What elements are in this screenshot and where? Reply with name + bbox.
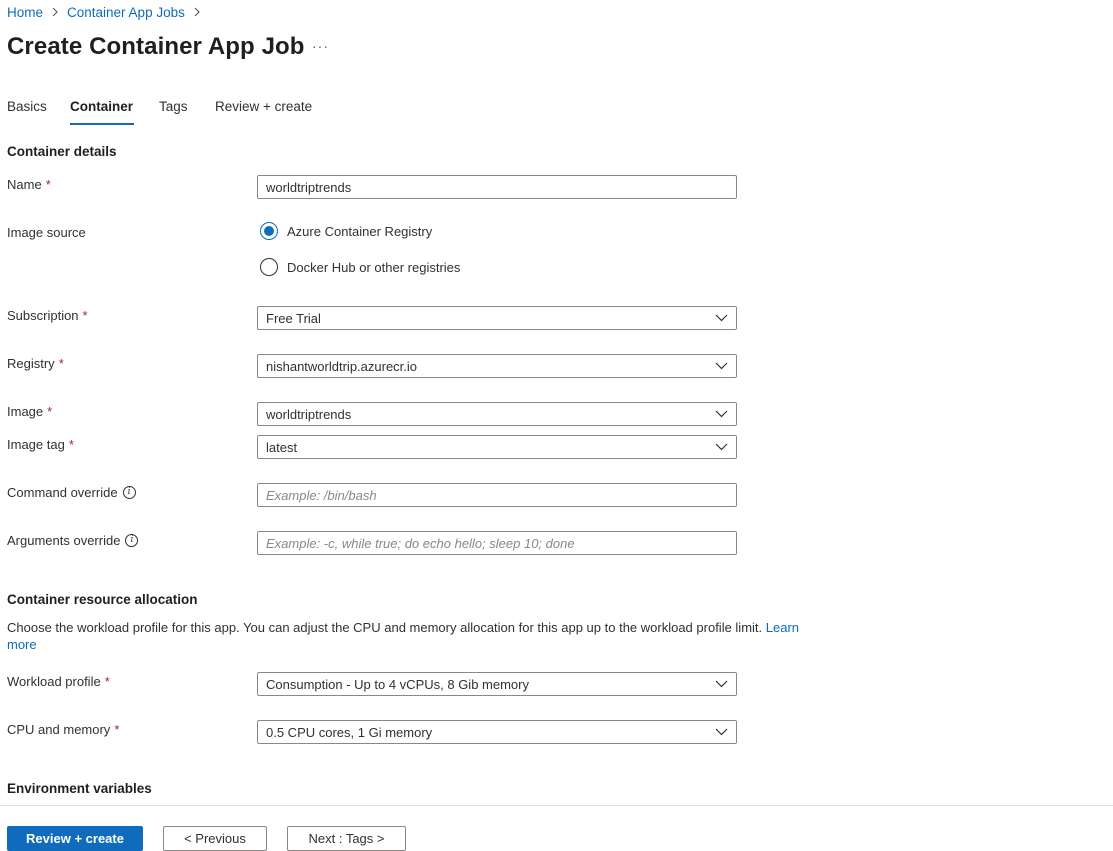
arguments-override-label-text: Arguments override [7, 533, 121, 548]
image-dropdown[interactable]: worldtriptrends [257, 402, 737, 426]
environment-variables-heading: Environment variables [7, 781, 152, 796]
required-marker: * [82, 308, 88, 323]
info-icon[interactable]: i [125, 534, 139, 547]
info-icon[interactable]: i [122, 486, 136, 499]
workload-profile-label: Workload profile * [7, 674, 110, 689]
radio-button-icon [260, 258, 278, 276]
chevron-right-icon [193, 5, 201, 20]
chevron-down-icon [714, 311, 728, 325]
next-tags-button[interactable]: Next : Tags > [287, 826, 406, 851]
radio-label: Azure Container Registry [287, 223, 433, 239]
subscription-label-text: Subscription [7, 308, 79, 323]
image-value: worldtriptrends [266, 406, 352, 422]
previous-button[interactable]: < Previous [163, 826, 267, 851]
image-label: Image * [7, 404, 52, 419]
image-label-text: Image [7, 404, 44, 419]
more-options-button[interactable]: ··· [312, 38, 329, 54]
radio-docker-hub[interactable]: Docker Hub or other registries [260, 258, 460, 276]
required-marker: * [68, 437, 74, 452]
radio-label: Docker Hub or other registries [287, 259, 461, 275]
registry-value: nishantworldtrip.azurecr.io [266, 358, 418, 374]
name-label-text: Name [7, 177, 42, 192]
breadcrumb: Home Container App Jobs [7, 5, 209, 20]
radio-azure-container-registry[interactable]: Azure Container Registry [260, 222, 432, 240]
chevron-down-icon [714, 440, 728, 454]
registry-label-text: Registry [7, 356, 55, 371]
breadcrumb-container-app-jobs[interactable]: Container App Jobs [67, 5, 185, 20]
registry-label: Registry * [7, 356, 64, 371]
active-tab-indicator [70, 123, 134, 125]
chevron-right-icon [51, 5, 59, 20]
command-override-input[interactable] [257, 483, 737, 507]
registry-dropdown[interactable]: nishantworldtrip.azurecr.io [257, 354, 737, 378]
workload-profile-dropdown[interactable]: Consumption - Up to 4 vCPUs, 8 Gib memor… [257, 672, 737, 696]
chevron-down-icon [714, 677, 728, 691]
cpu-memory-value: 0.5 CPU cores, 1 Gi memory [266, 724, 433, 740]
cpu-memory-label-text: CPU and memory [7, 722, 111, 737]
required-marker: * [47, 404, 53, 419]
cpu-memory-dropdown[interactable]: 0.5 CPU cores, 1 Gi memory [257, 720, 737, 744]
subscription-value: Free Trial [266, 310, 321, 326]
command-override-label-text: Command override [7, 485, 118, 500]
required-marker: * [58, 356, 64, 371]
name-label: Name * [7, 177, 51, 192]
arguments-override-label: Arguments override i [7, 533, 139, 548]
name-input[interactable] [257, 175, 737, 199]
footer-divider [0, 805, 1113, 806]
tab-tags[interactable]: Tags [159, 99, 188, 114]
image-tag-label-text: Image tag [7, 437, 65, 452]
required-marker: * [45, 177, 51, 192]
image-source-label: Image source [7, 225, 86, 240]
chevron-down-icon [714, 725, 728, 739]
subscription-label: Subscription * [7, 308, 88, 323]
workload-profile-value: Consumption - Up to 4 vCPUs, 8 Gib memor… [266, 676, 529, 692]
page-title: Create Container App Job [7, 33, 305, 60]
required-marker: * [104, 674, 110, 689]
required-marker: * [114, 722, 120, 737]
container-details-heading: Container details [7, 144, 117, 159]
description-text: Choose the workload profile for this app… [7, 620, 763, 635]
image-tag-dropdown[interactable]: latest [257, 435, 737, 459]
resource-allocation-description: Choose the workload profile for this app… [7, 619, 827, 653]
breadcrumb-home[interactable]: Home [7, 5, 43, 20]
command-override-label: Command override i [7, 485, 136, 500]
review-create-button[interactable]: Review + create [7, 826, 143, 851]
tab-basics[interactable]: Basics [7, 99, 47, 114]
tab-container[interactable]: Container [70, 99, 133, 114]
chevron-down-icon [714, 407, 728, 421]
image-tag-label: Image tag * [7, 437, 74, 452]
radio-button-icon [260, 222, 278, 240]
chevron-down-icon [714, 359, 728, 373]
cpu-memory-label: CPU and memory * [7, 722, 119, 737]
arguments-override-input[interactable] [257, 531, 737, 555]
tab-review-create[interactable]: Review + create [215, 99, 312, 114]
resource-allocation-heading: Container resource allocation [7, 592, 198, 607]
subscription-dropdown[interactable]: Free Trial [257, 306, 737, 330]
workload-profile-label-text: Workload profile [7, 674, 101, 689]
image-tag-value: latest [266, 439, 298, 455]
